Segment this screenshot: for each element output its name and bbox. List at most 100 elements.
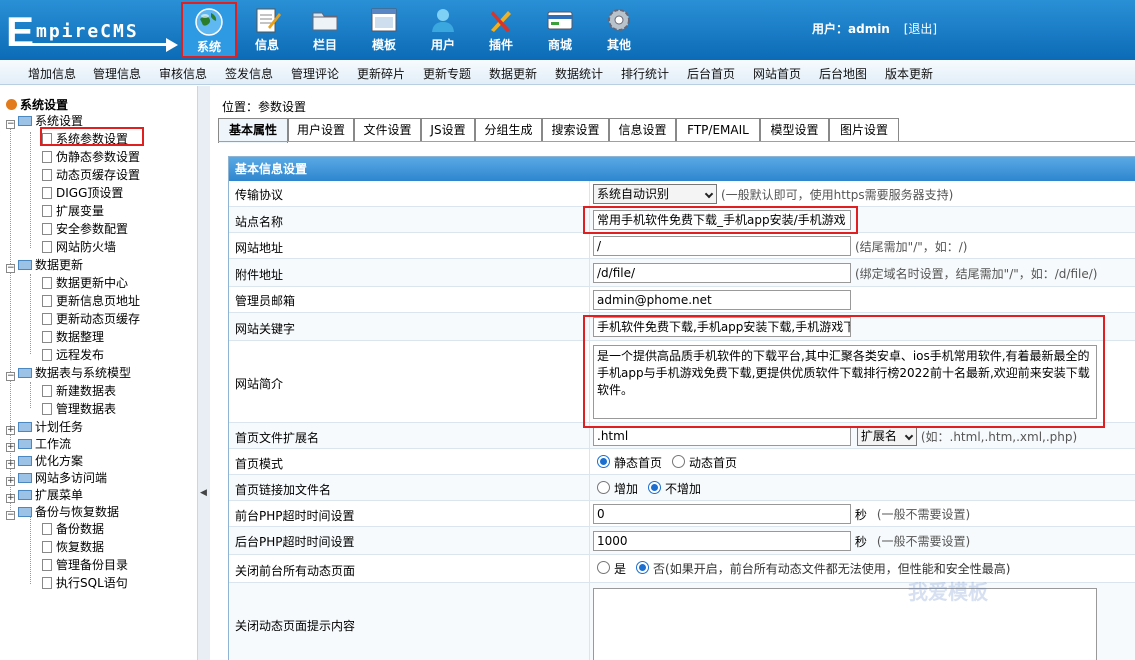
- close-tip-textarea[interactable]: [593, 588, 1097, 660]
- quick-link[interactable]: 审核信息: [159, 65, 207, 82]
- tree-group-extend-menu[interactable]: + 扩展菜单: [6, 487, 83, 504]
- tab-user[interactable]: 用户设置: [288, 118, 354, 142]
- sidebar-item[interactable]: 网站防火墙: [42, 239, 116, 256]
- tab-ftp-email[interactable]: FTP/EMAIL: [676, 118, 760, 142]
- breadcrumb: 位置：参数设置: [222, 100, 307, 114]
- quick-link[interactable]: 签发信息: [225, 65, 273, 82]
- folder-icon: [18, 368, 32, 378]
- nav-other[interactable]: 其他: [591, 0, 647, 60]
- sidebar-item[interactable]: DIGG顶设置: [42, 185, 123, 202]
- tab-info[interactable]: 信息设置: [609, 118, 676, 142]
- field-hint: (一般不需要设置): [876, 507, 971, 522]
- sidebar-item[interactable]: 远程发布: [42, 347, 104, 364]
- globe-icon: [195, 8, 223, 36]
- tree-group-multi-access[interactable]: + 网站多访问端: [6, 470, 107, 487]
- quick-link[interactable]: 排行统计: [621, 65, 669, 82]
- nav-system[interactable]: 系统: [181, 2, 237, 58]
- admin-email-input[interactable]: admin@phome.net: [593, 290, 851, 310]
- sidebar-splitter[interactable]: ◀: [198, 86, 210, 660]
- col-divider: [589, 583, 590, 660]
- nav-plugin[interactable]: 插件: [473, 0, 529, 60]
- col-divider: [589, 527, 590, 554]
- nav-template[interactable]: 模板: [356, 0, 412, 60]
- close-yes-radio[interactable]: [597, 561, 610, 574]
- field-label: 网站关键字: [235, 322, 296, 336]
- nav-user[interactable]: 用户: [415, 0, 471, 60]
- add-filename-radio[interactable]: [597, 481, 610, 494]
- quick-link[interactable]: 版本更新: [885, 65, 933, 82]
- page-icon: [42, 403, 52, 415]
- sidebar-item[interactable]: 更新动态页缓存: [42, 311, 140, 328]
- close-no-radio[interactable]: [636, 561, 650, 574]
- site-url-input[interactable]: /: [593, 236, 851, 256]
- tab-file[interactable]: 文件设置: [354, 118, 421, 142]
- quick-link[interactable]: 更新碎片: [357, 65, 405, 82]
- quick-link[interactable]: 管理评论: [291, 65, 339, 82]
- sidebar-item[interactable]: 新建数据表: [42, 383, 116, 400]
- nav-label: 模板: [371, 38, 396, 52]
- tab-model[interactable]: 模型设置: [760, 118, 829, 142]
- logout-link[interactable]: [退出]: [904, 22, 937, 36]
- page-icon: [42, 151, 52, 163]
- quick-link[interactable]: 后台首页: [687, 65, 735, 82]
- index-ext-input[interactable]: .html: [593, 426, 851, 446]
- nav-shop[interactable]: 商城: [532, 0, 588, 60]
- quick-link[interactable]: 数据更新: [489, 65, 537, 82]
- sidebar-item[interactable]: 安全参数配置: [42, 221, 128, 238]
- tree-group-backup[interactable]: − 备份与恢复数据: [6, 504, 119, 521]
- tree-group-optimization[interactable]: + 优化方案: [6, 453, 83, 470]
- sidebar-item[interactable]: 数据整理: [42, 329, 104, 346]
- folder-icon: [18, 473, 32, 483]
- tab-search[interactable]: 搜索设置: [542, 118, 609, 142]
- file-url-input[interactable]: /d/file/: [593, 263, 851, 283]
- dynamic-index-radio[interactable]: [672, 455, 686, 468]
- nav-label: 插件: [488, 38, 513, 52]
- sidebar-item[interactable]: 管理数据表: [42, 401, 116, 418]
- tree-group-scheduled-tasks[interactable]: + 计划任务: [6, 419, 83, 436]
- sidebar-item[interactable]: 扩展变量: [42, 203, 104, 220]
- sidebar-item[interactable]: 恢复数据: [42, 539, 104, 556]
- ext-select[interactable]: 扩展名: [856, 426, 917, 446]
- quick-link[interactable]: 增加信息: [28, 65, 76, 82]
- quick-link[interactable]: 管理信息: [93, 65, 141, 82]
- field-label: 关闭前台所有动态页面: [235, 564, 356, 578]
- nav-column[interactable]: 栏目: [297, 0, 353, 60]
- tree-line: [30, 274, 31, 354]
- nav-info[interactable]: 信息: [239, 0, 295, 60]
- protocol-select[interactable]: 系统自动识别: [593, 184, 717, 204]
- col-divider: [589, 449, 590, 474]
- tab-image[interactable]: 图片设置: [829, 118, 899, 142]
- chevron-down-icon: [704, 189, 714, 199]
- empirecms-logo[interactable]: E mpireCMS: [6, 11, 178, 53]
- quick-link[interactable]: 后台地图: [819, 65, 867, 82]
- quick-link[interactable]: 数据统计: [555, 65, 603, 82]
- sidebar-item[interactable]: 执行SQL语句: [42, 575, 128, 592]
- tab-basic[interactable]: 基本属性: [218, 118, 288, 143]
- sidebar-item[interactable]: 数据更新中心: [42, 275, 128, 292]
- static-index-radio[interactable]: [597, 455, 610, 468]
- tree-line: [30, 516, 31, 584]
- tree-group-tables-models[interactable]: − 数据表与系统模型: [6, 365, 131, 382]
- field-label: 传输协议: [235, 188, 284, 202]
- chevron-down-icon: [904, 431, 914, 441]
- collapse-icon: −: [6, 119, 15, 129]
- sidebar-item[interactable]: 更新信息页地址: [42, 293, 140, 310]
- top-header: E mpireCMS 系统 信息 栏目 模板 用户 插件 商城 其他 用户：ad…: [0, 0, 1135, 60]
- no-filename-radio[interactable]: [648, 481, 662, 494]
- quick-link[interactable]: 更新专题: [423, 65, 471, 82]
- sidebar-item[interactable]: 动态页缓存设置: [42, 167, 140, 184]
- quick-link[interactable]: 网站首页: [753, 65, 801, 82]
- back-timeout-input[interactable]: 1000: [593, 531, 851, 551]
- sidebar-item[interactable]: 备份数据: [42, 521, 104, 538]
- tab-group[interactable]: 分组生成: [475, 118, 542, 142]
- page-icon: [42, 205, 52, 217]
- sidebar-item[interactable]: 管理备份目录: [42, 557, 128, 574]
- logo-text: mpireCMS: [36, 21, 139, 42]
- collapse-arrow-icon[interactable]: ◀: [200, 488, 207, 498]
- tree-group-data-update[interactable]: − 数据更新: [6, 257, 83, 274]
- front-timeout-input[interactable]: 0: [593, 504, 851, 524]
- tab-js[interactable]: JS设置: [421, 118, 475, 142]
- field-label: 关闭动态页面提示内容: [235, 619, 356, 633]
- tree-group-workflow[interactable]: + 工作流: [6, 436, 71, 453]
- sidebar-item[interactable]: 伪静态参数设置: [42, 149, 140, 166]
